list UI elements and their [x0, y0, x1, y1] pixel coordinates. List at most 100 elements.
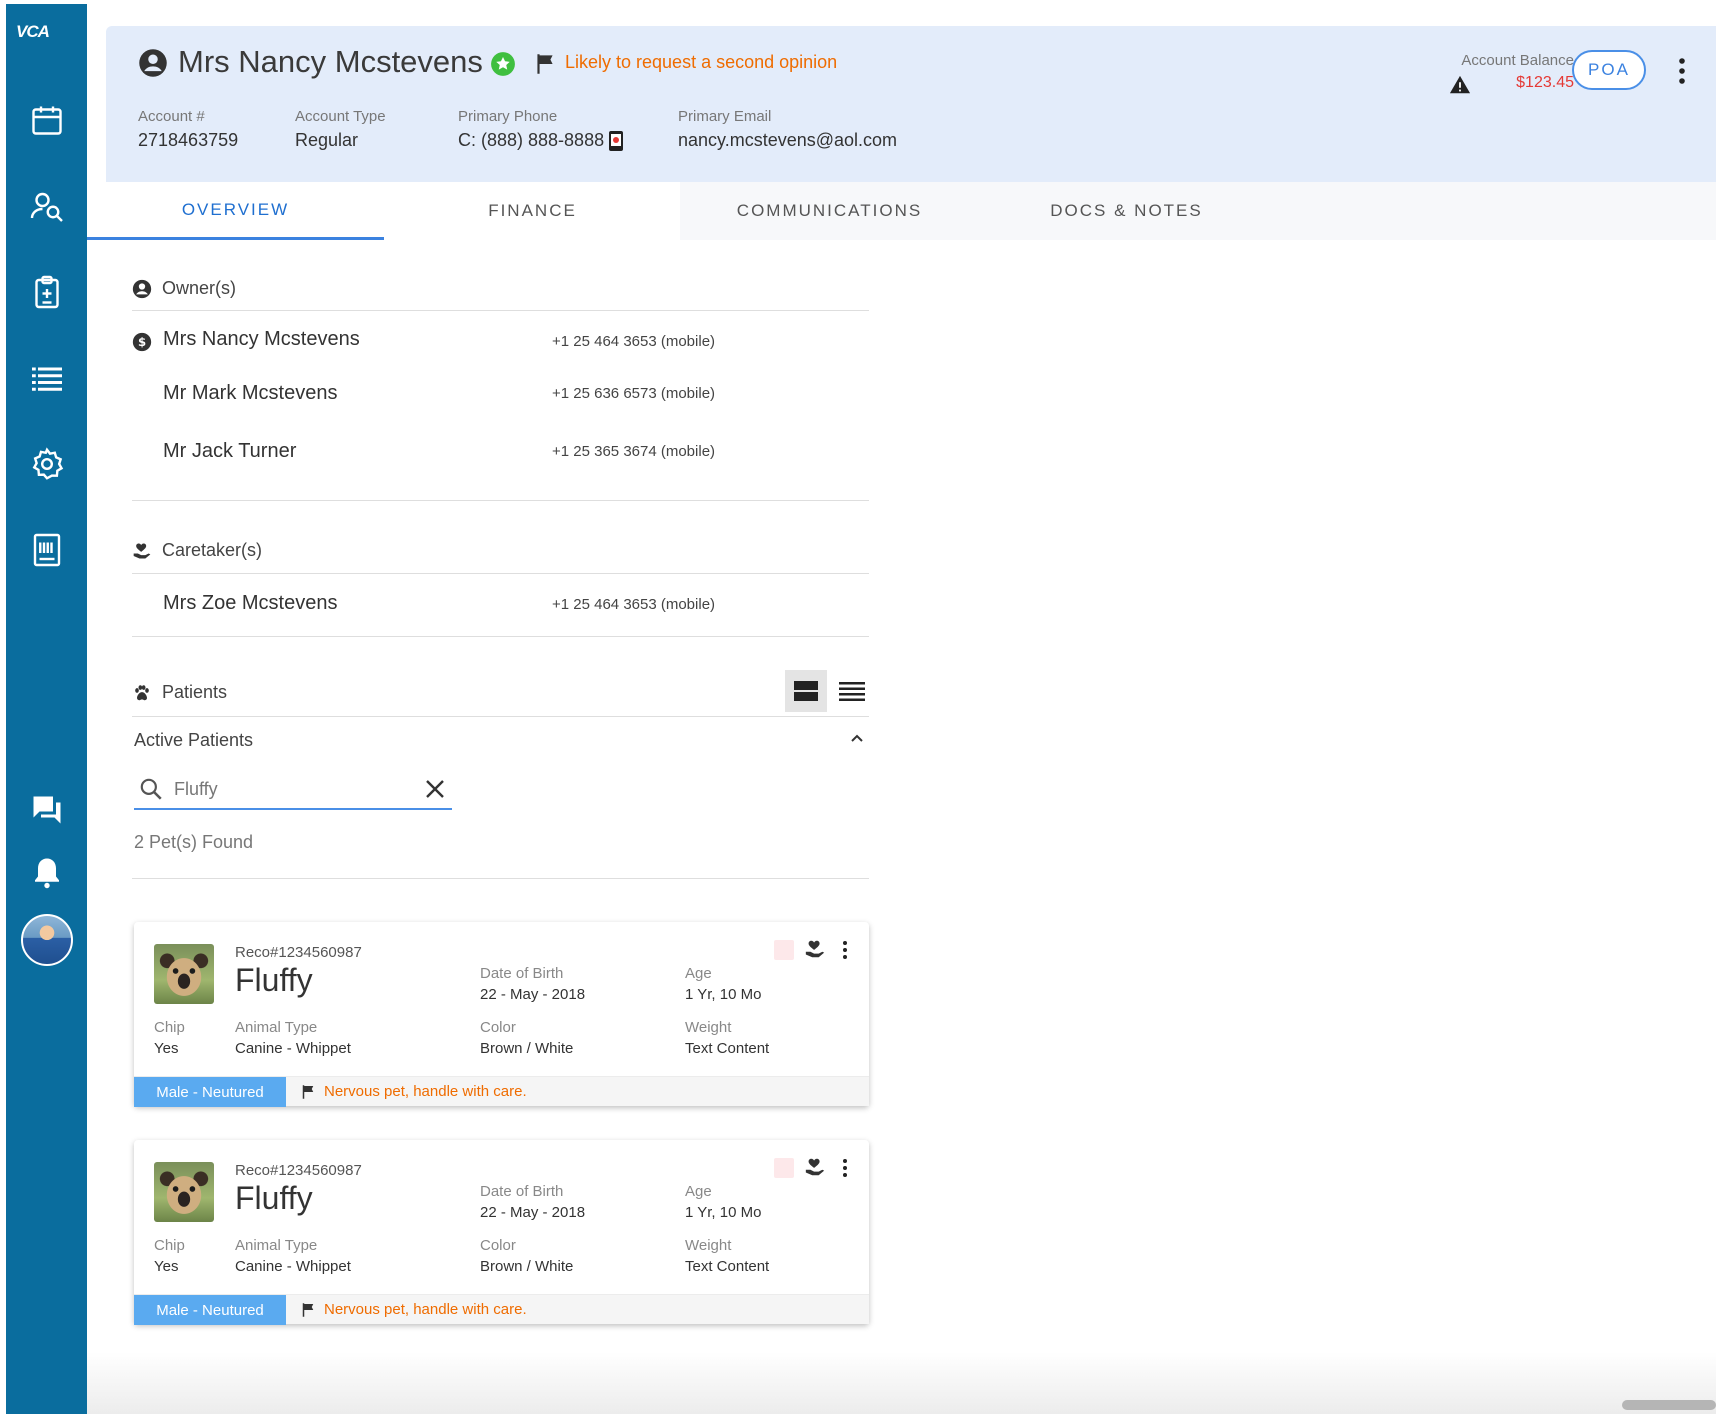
user-avatar[interactable]: [21, 914, 73, 966]
results-count: 2 Pet(s) Found: [134, 832, 254, 852]
divider: [132, 716, 869, 717]
sex-badge: Male - Neutured: [134, 1295, 286, 1325]
caretaker-hand-icon: [133, 543, 151, 558]
owner-name[interactable]: Mrs Nancy Mcstevens: [163, 328, 360, 351]
poa-button[interactable]: POA: [1572, 50, 1646, 90]
caretaker-hand-icon[interactable]: [804, 1156, 826, 1178]
divider: [132, 878, 869, 879]
more-vert-icon[interactable]: [840, 1158, 850, 1178]
chat-icon[interactable]: [6, 780, 87, 840]
caretakers-heading: Caretaker(s): [162, 540, 263, 560]
owner-phone: +1 25 636 6573 (mobile): [552, 385, 716, 402]
primary-email-value[interactable]: nancy.mcstevens@aol.com: [678, 130, 897, 151]
caretakers-section-header: Caretaker(s): [132, 540, 262, 561]
pet-name[interactable]: Fluffy: [235, 1180, 313, 1217]
page-title: Mrs Nancy Mcstevens: [178, 44, 483, 79]
view-list-icon: [839, 682, 865, 701]
chip-label: Chip: [154, 1019, 185, 1036]
weight-label: Weight: [685, 1019, 732, 1036]
client-flag-text: Likely to request a second opinion: [565, 52, 838, 72]
color-value: Brown / White: [480, 1258, 574, 1275]
tab-bar: OVERVIEW FINANCE COMMUNICATIONS DOCS & N…: [87, 182, 1716, 240]
caretaker-hand-icon[interactable]: [804, 938, 826, 960]
calendar-icon[interactable]: [6, 90, 87, 150]
patient-search: [134, 770, 452, 810]
tab-docs-notes[interactable]: DOCS & NOTES: [978, 182, 1275, 240]
patient-card[interactable]: Reco#1234560987 Fluffy Date of Birth 22 …: [134, 1140, 869, 1325]
chip-value: Yes: [154, 1040, 179, 1057]
star-badge-icon: [491, 52, 515, 76]
flag-icon: [302, 1085, 314, 1099]
divider: [132, 573, 869, 574]
barcode-icon[interactable]: [6, 520, 87, 580]
weight-value: Text Content: [685, 1258, 770, 1275]
account-circle-icon: [139, 49, 167, 77]
horizontal-scrollbar[interactable]: [1622, 1400, 1716, 1410]
patient-card[interactable]: Reco#1234560987 Fluffy Date of Birth 22 …: [134, 922, 869, 1107]
caretaker-phone: +1 25 464 3653 (mobile): [552, 596, 716, 613]
list-view-toggle[interactable]: [832, 670, 872, 712]
chevron-up-icon[interactable]: [848, 730, 866, 748]
sidebar: VCA: [6, 4, 87, 1414]
animal-type-value: Canine - Whippet: [235, 1040, 351, 1057]
color-label: Color: [480, 1019, 516, 1036]
list-icon[interactable]: [6, 348, 87, 408]
bell-icon[interactable]: [6, 842, 87, 902]
search-icon: [140, 778, 162, 800]
dob-value: 22 - May - 2018: [480, 1204, 586, 1221]
more-vert-icon[interactable]: [840, 940, 850, 960]
mobile-phone-icon: [609, 131, 623, 151]
view-agenda-icon: [794, 681, 818, 701]
more-vert-icon[interactable]: [1676, 56, 1688, 86]
patient-card-footer: Male - Neutured Nervous pet, handle with…: [134, 1294, 869, 1325]
dob-label: Date of Birth: [480, 965, 564, 982]
owner-name[interactable]: Mr Jack Turner: [163, 440, 296, 463]
patient-alert-note: Nervous pet, handle with care.: [324, 1083, 527, 1100]
dob-label: Date of Birth: [480, 1183, 564, 1200]
svg-text:$: $: [138, 335, 146, 349]
age-label: Age: [685, 1183, 712, 1200]
caretaker-name[interactable]: Mrs Zoe Mcstevens: [163, 592, 337, 615]
account-balance-label: Account Balance: [1461, 52, 1574, 69]
card-view-toggle[interactable]: [785, 670, 827, 712]
tab-finance[interactable]: FINANCE: [384, 182, 681, 240]
age-value: 1 Yr, 10 Mo: [685, 1204, 762, 1221]
close-icon[interactable]: [424, 778, 446, 800]
owner-name[interactable]: Mr Mark Mcstevens: [163, 382, 337, 405]
status-swatch: [774, 940, 794, 960]
warning-icon: [1449, 75, 1471, 94]
animal-type-value: Canine - Whippet: [235, 1258, 351, 1275]
status-swatch: [774, 1158, 794, 1178]
pet-name[interactable]: Fluffy: [235, 962, 313, 999]
tab-communications[interactable]: COMMUNICATIONS: [681, 182, 978, 240]
owner-phone: +1 25 464 3653 (mobile): [552, 333, 716, 350]
color-value: Brown / White: [480, 1040, 574, 1057]
pet-photo: [154, 1162, 214, 1222]
settings-icon[interactable]: [6, 434, 87, 494]
clipboard-icon[interactable]: [6, 262, 87, 322]
dollar-icon: $: [132, 332, 152, 352]
divider: [132, 500, 869, 501]
divider: [132, 636, 869, 637]
account-circle-icon: [132, 279, 152, 298]
chip-label: Chip: [154, 1237, 185, 1254]
paw-icon: [135, 684, 149, 700]
patient-card-footer: Male - Neutured Nervous pet, handle with…: [134, 1076, 869, 1107]
pet-record-number: Reco#1234560987: [235, 1162, 362, 1179]
owners-section-header: Owner(s): [132, 278, 236, 299]
account-balance-value: $123.45: [1516, 74, 1574, 91]
client-header: Mrs Nancy Mcstevens Likely to request a …: [106, 26, 1716, 182]
pet-photo: [154, 944, 214, 1004]
vca-logo[interactable]: VCA: [16, 22, 80, 50]
dob-value: 22 - May - 2018: [480, 986, 586, 1003]
age-label: Age: [685, 965, 712, 982]
animal-type-label: Animal Type: [235, 1019, 318, 1036]
age-value: 1 Yr, 10 Mo: [685, 986, 762, 1003]
pet-record-number: Reco#1234560987: [235, 944, 362, 961]
user-search-icon[interactable]: [6, 176, 87, 236]
search-input[interactable]: [174, 774, 404, 804]
tab-overview[interactable]: OVERVIEW: [87, 182, 384, 240]
divider: [132, 310, 869, 311]
chip-value: Yes: [154, 1258, 179, 1275]
active-patients-heading: Active Patients: [134, 730, 254, 750]
